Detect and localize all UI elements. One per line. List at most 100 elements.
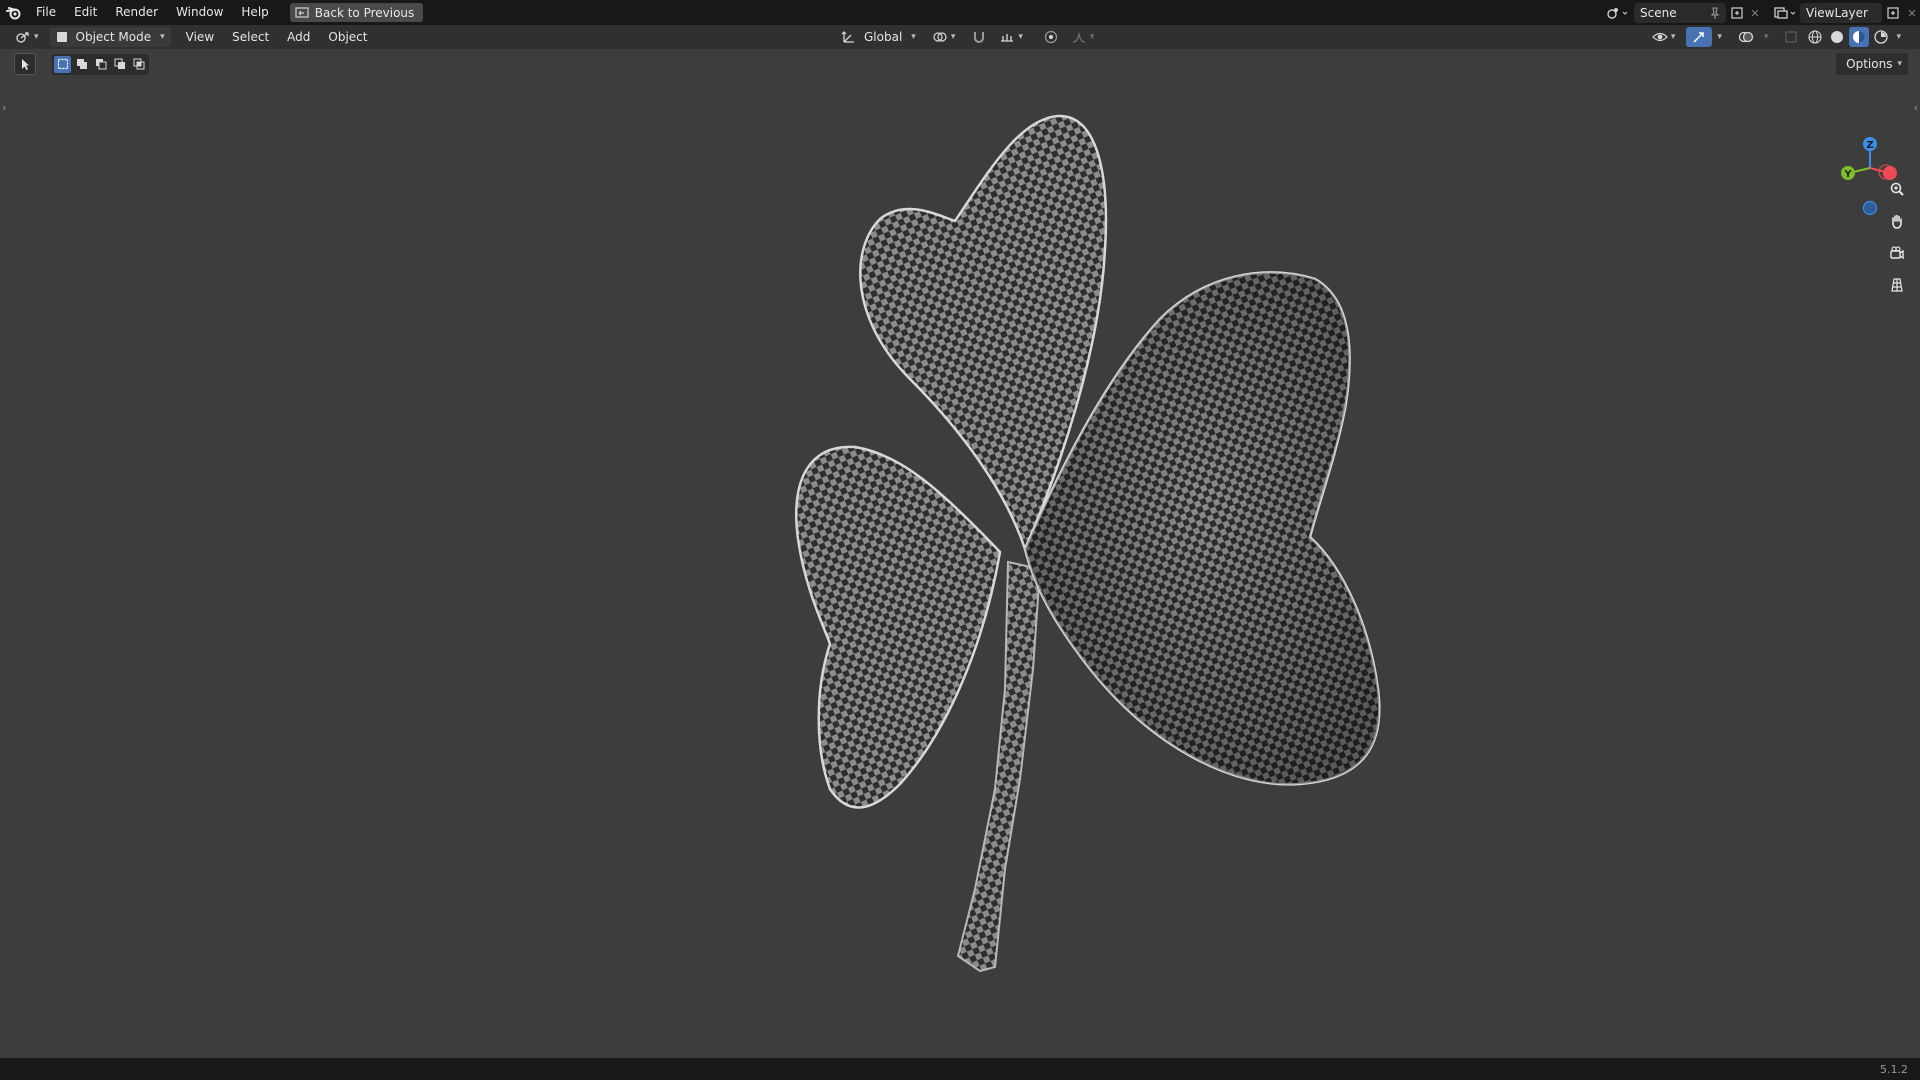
shading-options-dropdown[interactable]: ▾ — [1893, 27, 1904, 47]
view-layer-name: ViewLayer — [1806, 5, 1868, 20]
new-scene-icon[interactable] — [1726, 3, 1748, 23]
select-new-icon — [57, 58, 68, 70]
mode-label: Object Mode — [75, 30, 152, 44]
menu-render[interactable]: Render — [106, 0, 167, 25]
chevron-down-icon: ▾ — [34, 32, 39, 42]
select-invert-icon — [114, 58, 125, 69]
new-view-layer-icon[interactable] — [1882, 3, 1904, 23]
menu-view[interactable]: View — [177, 25, 223, 49]
version-label: 5.1.2 — [1880, 1063, 1908, 1076]
snap-target-dropdown[interactable]: ▾ — [994, 27, 1028, 47]
back-to-previous-button[interactable]: Back to Previous — [289, 3, 424, 22]
3d-viewport[interactable]: › ‹ Z Y — [0, 49, 1920, 1058]
navigation-buttons — [1884, 176, 1910, 298]
shading-rendered-button[interactable] — [1871, 27, 1891, 47]
editor-type-dropdown[interactable]: ▾ — [10, 27, 44, 47]
proportional-editing-toggle[interactable] — [1038, 27, 1064, 47]
shading-solid-button[interactable] — [1827, 27, 1847, 47]
transform-tools: Global ▾ ▾ ▾ ▾ — [836, 25, 1099, 49]
visibility-dropdown[interactable]: ▾ — [1647, 27, 1681, 47]
select-extend-icon — [76, 59, 87, 69]
chevron-down-icon: ▾ — [1896, 32, 1901, 42]
delete-view-layer-icon[interactable] — [1904, 3, 1920, 23]
back-screen-icon — [295, 6, 309, 18]
snap-increment-icon — [1001, 34, 1014, 42]
select-subtract-icon — [95, 59, 106, 70]
select-extend-button[interactable] — [73, 56, 90, 73]
object-mode-icon — [56, 32, 67, 42]
scene-field[interactable]: Scene — [1634, 2, 1726, 23]
select-new-button[interactable] — [54, 55, 71, 73]
gizmo-arrow-icon — [1693, 32, 1705, 43]
orientation-label: Global — [864, 30, 903, 44]
chevron-down-icon: ▾ — [950, 32, 956, 42]
z-axis-label: Z — [1866, 140, 1873, 151]
select-intersect-button[interactable] — [130, 56, 147, 73]
falloff-dropdown[interactable]: ▾ — [1066, 27, 1100, 47]
chevron-down-icon: ▾ — [1763, 32, 1769, 42]
hand-icon[interactable] — [1884, 208, 1910, 234]
status-bar: 5.1.2 — [0, 1058, 1920, 1080]
chevron-down-icon: ▾ — [160, 32, 165, 42]
select-tool-button[interactable] — [14, 53, 36, 75]
pin-icon[interactable] — [1708, 6, 1722, 20]
shamrock-left-leaf — [795, 445, 1002, 809]
viewport-display-tools: ▾ ▾ ▾ ▾ — [1647, 25, 1904, 49]
transform-orientation-dropdown[interactable]: Global ▾ — [836, 27, 921, 47]
select-invert-button[interactable] — [111, 56, 128, 73]
scene-browse-icon[interactable] — [1602, 3, 1632, 23]
mode-dropdown[interactable]: Object Mode ▾ — [49, 27, 171, 47]
orientation-axes-icon — [841, 31, 854, 43]
menu-edit[interactable]: Edit — [65, 0, 106, 25]
menu-window[interactable]: Window — [167, 0, 232, 25]
select-intersect-icon — [133, 58, 144, 70]
snap-toggle[interactable] — [966, 27, 992, 47]
material-sphere-icon — [1853, 31, 1866, 43]
rendered-sphere-icon — [1874, 30, 1889, 44]
menu-help[interactable]: Help — [232, 0, 277, 25]
back-to-previous-label: Back to Previous — [314, 5, 415, 20]
menu-add[interactable]: Add — [278, 25, 319, 49]
gizmo-toggle[interactable] — [1686, 27, 1713, 47]
viewport-header: ▾ Object Mode ▾ View Select Add Object G… — [0, 25, 1920, 49]
chevron-down-icon: ▾ — [1670, 32, 1676, 42]
gizmo-dropdown[interactable]: ▾ — [1714, 27, 1725, 47]
chevron-down-icon: ▾ — [1897, 59, 1902, 69]
viewport-scene — [795, 114, 1381, 973]
menu-object[interactable]: Object — [319, 25, 376, 49]
shamrock-model[interactable] — [795, 114, 1381, 973]
overlays-dropdown[interactable]: ▾ — [1761, 27, 1772, 47]
camera-icon[interactable] — [1884, 240, 1910, 266]
scene-name: Scene — [1640, 5, 1677, 20]
select-subtract-button[interactable] — [92, 56, 109, 73]
top-menu-bar: File Edit Render Window Help Back to Pre… — [0, 0, 1920, 25]
overlays-icon — [1738, 31, 1754, 43]
overlays-toggle[interactable] — [1733, 27, 1759, 47]
pivot-point-dropdown[interactable]: ▾ — [927, 27, 961, 47]
blender-logo-icon[interactable] — [1, 0, 27, 25]
shading-material-button[interactable] — [1849, 27, 1870, 47]
xray-toggle[interactable] — [1779, 27, 1803, 47]
cursor-arrow-icon — [22, 59, 29, 70]
options-dropdown[interactable]: Options ▾ — [1836, 53, 1908, 75]
chevron-down-icon: ▾ — [1089, 32, 1095, 42]
magnet-icon — [974, 32, 985, 43]
wireframe-sphere-icon — [1808, 30, 1823, 44]
chevron-down-icon: ▾ — [1717, 32, 1722, 42]
delete-scene-icon[interactable] — [1748, 3, 1762, 23]
y-axis-label: Y — [1843, 169, 1852, 180]
view-layer-field[interactable]: ViewLayer — [1800, 2, 1882, 23]
menu-file[interactable]: File — [27, 0, 65, 25]
solid-sphere-icon — [1831, 31, 1844, 43]
eye-icon — [1652, 32, 1668, 42]
3d-viewport-icon — [16, 32, 29, 43]
menu-select[interactable]: Select — [223, 25, 278, 49]
pivot-icon — [933, 32, 947, 42]
top-right-controls: Scene ViewLayer — [1602, 0, 1920, 25]
view-layer-browse-icon[interactable] — [1770, 3, 1800, 23]
shading-wireframe-button[interactable] — [1805, 27, 1825, 47]
grid-icon[interactable] — [1884, 272, 1910, 298]
selection-toolbar — [14, 53, 149, 75]
selection-mode-group — [52, 53, 149, 75]
zoom-icon[interactable] — [1884, 176, 1910, 202]
